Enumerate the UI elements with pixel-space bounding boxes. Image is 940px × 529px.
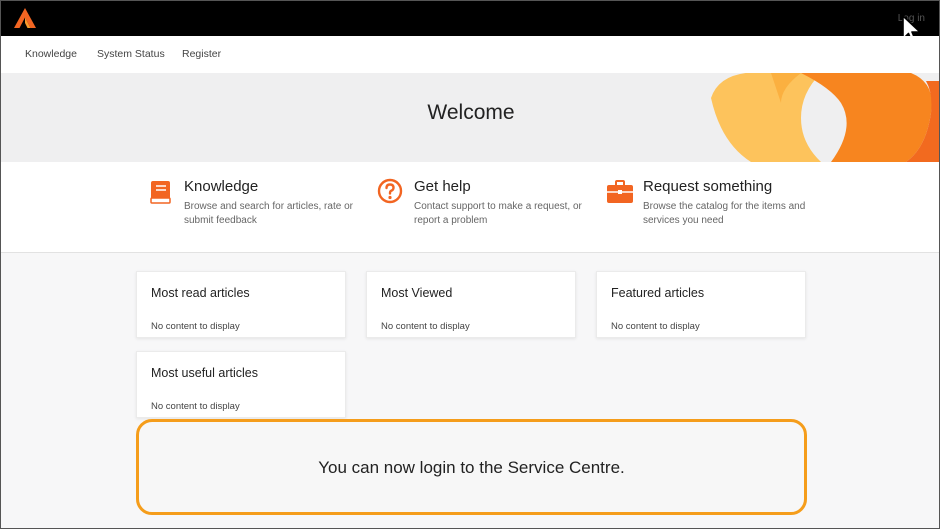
category-description: Browse the catalog for the items and ser… <box>643 201 806 226</box>
main-nav: Knowledge System Status Register <box>1 36 939 73</box>
widget-most-viewed: Most Viewed No content to display <box>366 271 576 338</box>
widget-empty-text: No content to display <box>151 321 240 332</box>
widget-empty-text: No content to display <box>611 321 700 332</box>
widget-most-read-articles: Most read articles No content to display <box>136 271 346 338</box>
widget-empty-text: No content to display <box>151 401 240 412</box>
briefcase-icon <box>607 180 633 203</box>
widget-title: Most read articles <box>151 286 250 300</box>
category-title: Knowledge <box>184 178 259 195</box>
category-title: Request something <box>643 178 773 195</box>
question-icon <box>377 178 403 204</box>
caption-overlay: You can now login to the Service Centre. <box>136 419 807 515</box>
widget-most-useful-articles: Most useful articles No content to displ… <box>136 351 346 418</box>
nav-item-system-status[interactable]: System Status <box>97 48 165 60</box>
category-description: Contact support to make a request, or re… <box>414 201 582 226</box>
widget-title: Featured articles <box>611 286 705 300</box>
app-window: Log in Knowledge System Status Register … <box>0 0 940 529</box>
nav-item-register[interactable]: Register <box>182 48 221 60</box>
category-title: Get help <box>414 178 471 195</box>
decorative-ribbon-graphic <box>711 73 939 162</box>
widget-empty-text: No content to display <box>381 321 470 332</box>
widget-featured-articles: Featured articles No content to display <box>596 271 806 338</box>
caption-text: You can now login to the Service Centre. <box>318 458 625 477</box>
nav-item-knowledge[interactable]: Knowledge <box>25 48 77 60</box>
top-bar: Log in <box>1 1 939 44</box>
hero-banner: Welcome <box>1 73 939 162</box>
category-row: Knowledge Browse and search for articles… <box>1 162 939 253</box>
widget-title: Most useful articles <box>151 366 258 380</box>
widget-title: Most Viewed <box>381 286 453 300</box>
brand-logo-icon[interactable] <box>13 7 37 29</box>
book-icon <box>150 181 171 204</box>
category-description: Browse and search for articles, rate or … <box>184 201 353 226</box>
